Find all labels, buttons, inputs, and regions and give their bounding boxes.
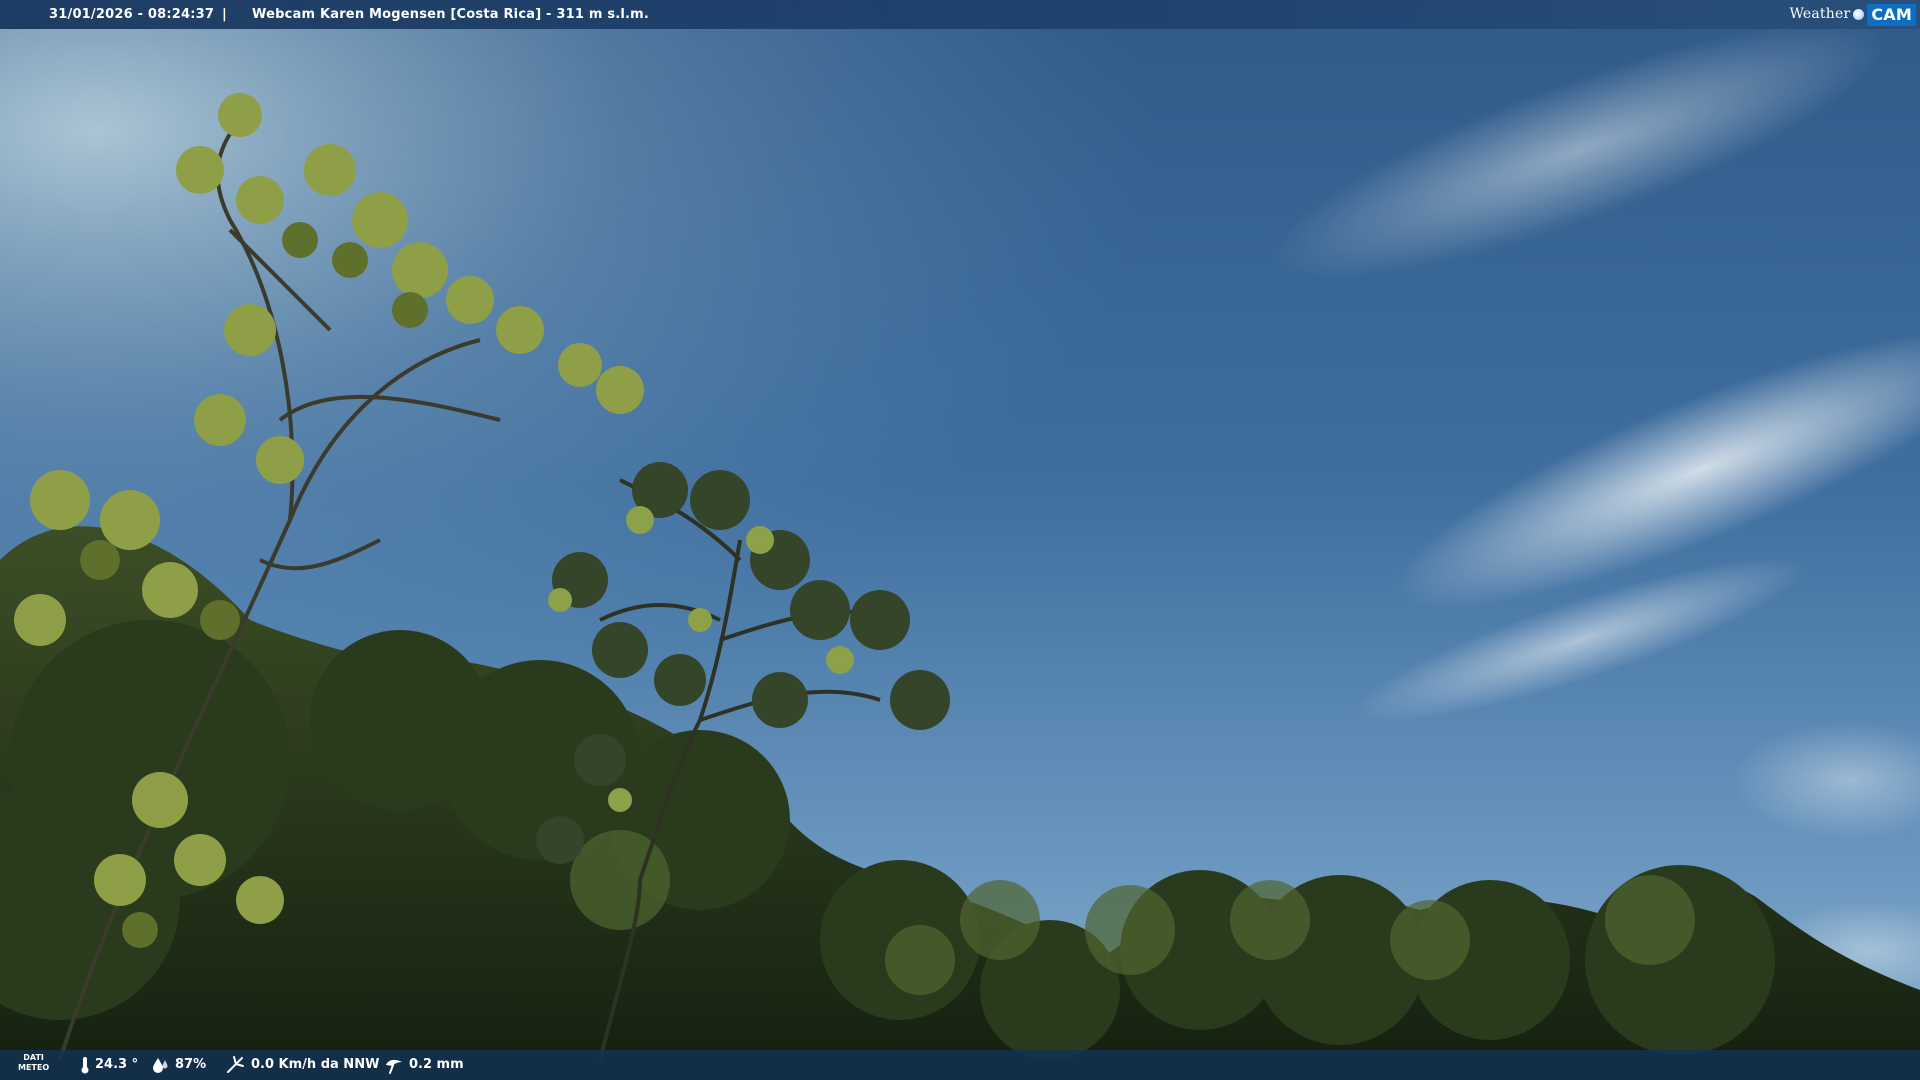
humidity-drop-icon: [153, 1058, 168, 1073]
weathercam-logo: Weather CAM: [1789, 0, 1920, 29]
separator: |: [222, 7, 227, 22]
temperature-value: 24.3 °: [95, 1057, 139, 1072]
brand-cam: CAM: [1867, 3, 1916, 26]
top-info-bar: 31/01/2026 - 08:24:37 | Webcam Karen Mog…: [0, 0, 1920, 29]
logo-dot-icon: [1853, 9, 1865, 20]
webcam-title: Webcam Karen Mogensen [Costa Rica] - 311…: [252, 7, 650, 22]
humidity-value: 87%: [175, 1057, 207, 1072]
temperature-reading: 24.3 °: [80, 1050, 138, 1080]
wind-value: 0.0 Km/h da NNW: [251, 1057, 380, 1072]
webcam-scene: [0, 0, 1920, 1080]
weather-data-bar: DATI METEO 24.3 ° 87% 0.0 Km/h da NNW 0.…: [0, 1050, 1920, 1080]
wind-reading: 0.0 Km/h da NNW: [226, 1050, 379, 1080]
rain-reading: 0.2 mm: [384, 1050, 464, 1080]
dati-meteo-label: DATI METEO: [18, 1053, 50, 1072]
webcam-frame: 31/01/2026 - 08:24:37 | Webcam Karen Mog…: [0, 0, 1920, 1080]
thermometer-icon: [81, 1057, 89, 1074]
wind-icon: [227, 1056, 244, 1073]
timestamp: 31/01/2026 - 08:24:37: [49, 7, 215, 22]
rain-value: 0.2 mm: [409, 1057, 464, 1072]
rain-icon: [386, 1059, 402, 1074]
brand-weather: Weather: [1789, 6, 1851, 22]
humidity-reading: 87%: [152, 1050, 206, 1080]
